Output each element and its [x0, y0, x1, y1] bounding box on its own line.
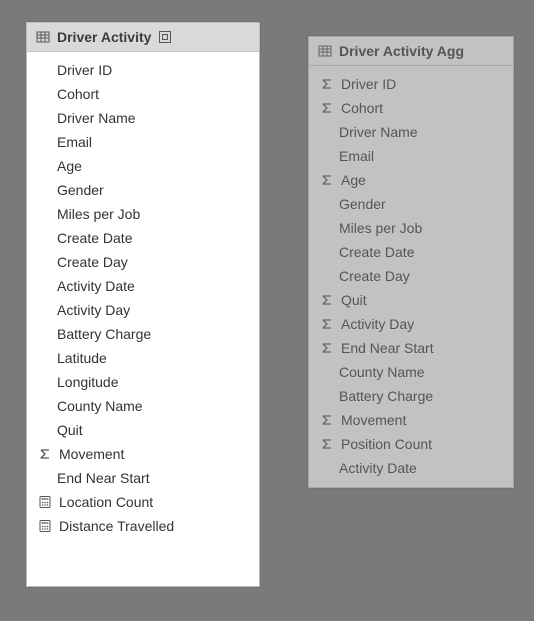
- field-label: Gender: [57, 180, 251, 200]
- calc-icon: [37, 494, 53, 510]
- field-label: Age: [341, 170, 505, 190]
- field-row[interactable]: Create Date: [309, 240, 513, 264]
- field-row[interactable]: County Name: [309, 360, 513, 384]
- field-label: Location Count: [59, 492, 251, 512]
- field-row[interactable]: County Name: [27, 394, 259, 418]
- table-header[interactable]: Driver Activity Agg: [309, 37, 513, 66]
- calc-icon: [37, 518, 53, 534]
- field-label: County Name: [339, 362, 505, 382]
- field-label: Create Day: [57, 252, 251, 272]
- field-label: Movement: [341, 410, 505, 430]
- field-row[interactable]: Distance Travelled: [27, 514, 259, 538]
- field-row[interactable]: Quit: [309, 288, 513, 312]
- field-label: County Name: [57, 396, 251, 416]
- field-label: Activity Day: [341, 314, 505, 334]
- table-icon: [317, 43, 333, 59]
- field-label: Driver Name: [339, 122, 505, 142]
- field-row[interactable]: Activity Day: [27, 298, 259, 322]
- model-canvas[interactable]: Driver Activity Driver ID Cohort Driver Na…: [8, 8, 526, 613]
- sigma-icon: [37, 446, 53, 462]
- sigma-icon: [319, 316, 335, 332]
- field-label: Quit: [341, 290, 505, 310]
- field-row[interactable]: Create Day: [27, 250, 259, 274]
- field-label: Battery Charge: [57, 324, 251, 344]
- field-row[interactable]: Battery Charge: [309, 384, 513, 408]
- field-label: Quit: [57, 420, 251, 440]
- sigma-icon: [319, 412, 335, 428]
- field-row[interactable]: Gender: [27, 178, 259, 202]
- field-row[interactable]: Location Count: [27, 490, 259, 514]
- field-list: Driver ID Cohort Driver Name Email Age Gender…: [27, 52, 259, 548]
- field-label: Driver Name: [57, 108, 251, 128]
- field-row[interactable]: Activity Date: [309, 456, 513, 480]
- field-label: Miles per Job: [57, 204, 251, 224]
- field-label: Battery Charge: [339, 386, 505, 406]
- sigma-icon: [319, 172, 335, 188]
- field-row[interactable]: Longitude: [27, 370, 259, 394]
- field-label: Email: [339, 146, 505, 166]
- field-row[interactable]: Gender: [309, 192, 513, 216]
- field-row[interactable]: Driver Name: [27, 106, 259, 130]
- field-row[interactable]: Quit: [27, 418, 259, 442]
- table-card-driver-activity-agg[interactable]: Driver Activity Agg Driver IDCohortDrive…: [308, 36, 514, 488]
- field-label: Longitude: [57, 372, 251, 392]
- field-row[interactable]: End Near Start: [27, 466, 259, 490]
- field-label: Movement: [59, 444, 251, 464]
- field-row[interactable]: Driver Name: [309, 120, 513, 144]
- field-row[interactable]: Age: [309, 168, 513, 192]
- field-row[interactable]: Age: [27, 154, 259, 178]
- field-label: Create Date: [57, 228, 251, 248]
- field-label: Create Day: [339, 266, 505, 286]
- table-card-driver-activity[interactable]: Driver Activity Driver ID Cohort Driver Na…: [26, 22, 260, 587]
- field-row[interactable]: Activity Date: [27, 274, 259, 298]
- field-label: Activity Day: [57, 300, 251, 320]
- sigma-icon: [319, 340, 335, 356]
- sigma-icon: [319, 76, 335, 92]
- table-icon: [35, 29, 51, 45]
- field-label: Distance Travelled: [59, 516, 251, 536]
- field-label: Gender: [339, 194, 505, 214]
- field-row[interactable]: Cohort: [27, 82, 259, 106]
- field-row[interactable]: Miles per Job: [309, 216, 513, 240]
- field-label: Activity Date: [57, 276, 251, 296]
- field-row[interactable]: Activity Day: [309, 312, 513, 336]
- field-label: Age: [57, 156, 251, 176]
- field-row[interactable]: Movement: [27, 442, 259, 466]
- field-row[interactable]: Miles per Job: [27, 202, 259, 226]
- field-row[interactable]: End Near Start: [309, 336, 513, 360]
- field-label: Cohort: [57, 84, 251, 104]
- field-row[interactable]: Email: [27, 130, 259, 154]
- field-row[interactable]: Latitude: [27, 346, 259, 370]
- field-label: Position Count: [341, 434, 505, 454]
- field-row[interactable]: Email: [309, 144, 513, 168]
- field-row[interactable]: Position Count: [309, 432, 513, 456]
- field-label: Latitude: [57, 348, 251, 368]
- dedup-icon: [157, 29, 173, 45]
- field-label: End Near Start: [57, 468, 251, 488]
- field-label: Email: [57, 132, 251, 152]
- field-label: Create Date: [339, 242, 505, 262]
- field-row[interactable]: Battery Charge: [27, 322, 259, 346]
- sigma-icon: [319, 292, 335, 308]
- field-row[interactable]: Driver ID: [309, 72, 513, 96]
- field-label: End Near Start: [341, 338, 505, 358]
- field-row[interactable]: Create Day: [309, 264, 513, 288]
- field-label: Driver ID: [341, 74, 505, 94]
- field-row[interactable]: Create Date: [27, 226, 259, 250]
- field-row[interactable]: Movement: [309, 408, 513, 432]
- sigma-icon: [319, 436, 335, 452]
- field-row[interactable]: Cohort: [309, 96, 513, 120]
- field-label: Miles per Job: [339, 218, 505, 238]
- field-label: Cohort: [341, 98, 505, 118]
- field-label: Driver ID: [57, 60, 251, 80]
- table-title: Driver Activity: [57, 29, 151, 45]
- field-row[interactable]: Driver ID: [27, 58, 259, 82]
- table-title: Driver Activity Agg: [339, 43, 464, 59]
- field-list: Driver ID Cohort Driver Name Email Age Gender…: [309, 66, 513, 490]
- sigma-icon: [319, 100, 335, 116]
- table-header[interactable]: Driver Activity: [27, 23, 259, 52]
- field-label: Activity Date: [339, 458, 505, 478]
